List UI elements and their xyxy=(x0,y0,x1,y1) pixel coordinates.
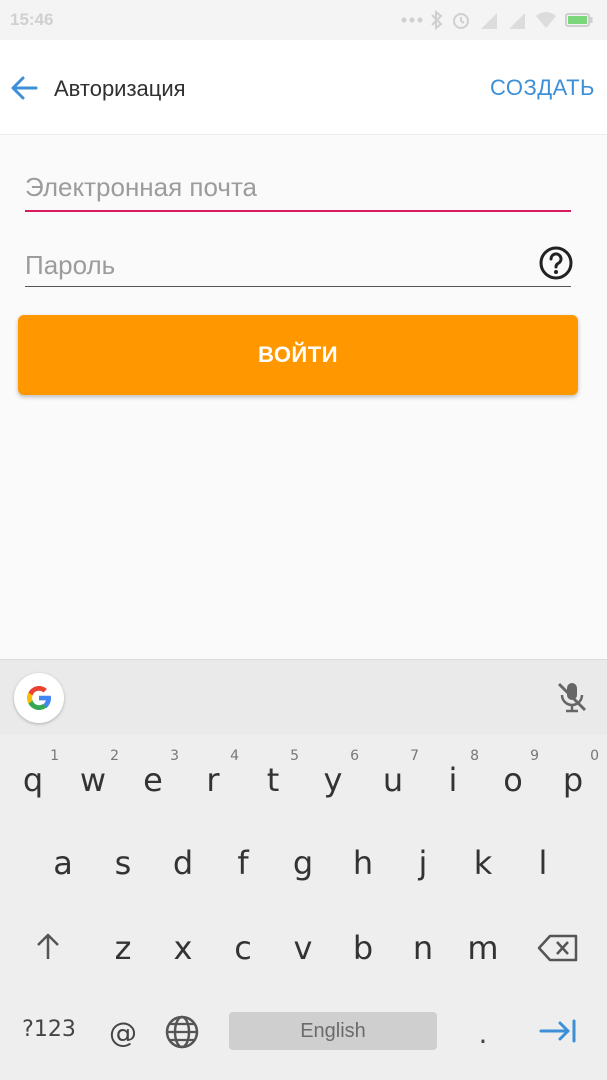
key-label: e xyxy=(143,761,163,799)
google-search-button[interactable] xyxy=(14,673,64,723)
key-number-hint: 2 xyxy=(110,748,119,764)
email-field[interactable]: Электронная почта xyxy=(25,160,571,216)
shift-icon[interactable] xyxy=(32,931,64,963)
key-s[interactable]: s xyxy=(93,820,153,906)
key-number-hint: 3 xyxy=(170,748,179,764)
bluetooth-icon xyxy=(431,10,443,30)
key-g[interactable]: g xyxy=(273,820,333,906)
key-p[interactable]: p0 xyxy=(543,737,603,823)
key-number-hint: 1 xyxy=(50,748,59,764)
key-label: r xyxy=(206,761,220,799)
key-t[interactable]: t5 xyxy=(243,737,303,823)
page-title: Авторизация xyxy=(54,76,186,101)
key-c[interactable]: c xyxy=(213,905,273,991)
backspace-icon[interactable] xyxy=(536,933,580,963)
wifi-icon xyxy=(536,12,556,28)
key-j[interactable]: j xyxy=(393,820,453,906)
key-r[interactable]: r4 xyxy=(183,737,243,823)
at-key[interactable]: @ xyxy=(103,1016,143,1049)
more-dots-icon xyxy=(401,17,423,23)
google-icon xyxy=(27,686,51,710)
key-number-hint: 6 xyxy=(350,748,359,764)
key-y[interactable]: y6 xyxy=(303,737,363,823)
key-n[interactable]: n xyxy=(393,905,453,991)
key-number-hint: 7 xyxy=(410,748,419,764)
key-k[interactable]: k xyxy=(453,820,513,906)
signal-icon xyxy=(481,13,497,29)
key-label: w xyxy=(79,761,107,799)
status-icons xyxy=(401,10,593,30)
key-v[interactable]: v xyxy=(273,905,333,991)
email-underline xyxy=(25,210,571,212)
key-number-hint: 5 xyxy=(290,748,299,764)
space-bar[interactable]: English xyxy=(229,1012,437,1050)
alarm-icon xyxy=(453,13,469,29)
key-number-hint: 0 xyxy=(590,748,599,764)
key-number-hint: 4 xyxy=(230,748,239,764)
key-o[interactable]: o9 xyxy=(483,737,543,823)
key-label: o xyxy=(503,761,523,799)
status-time: 15:46 xyxy=(10,10,54,29)
key-number-hint: 9 xyxy=(530,748,539,764)
key-label: u xyxy=(382,761,404,799)
app-bar: Авторизация СОЗДАТЬ xyxy=(0,40,607,135)
key-w[interactable]: w2 xyxy=(63,737,123,823)
password-field[interactable]: Пароль xyxy=(25,240,573,292)
password-placeholder: Пароль xyxy=(25,250,116,280)
key-d[interactable]: d xyxy=(153,820,213,906)
key-b[interactable]: b xyxy=(333,905,393,991)
keyboard-suggestion-bar xyxy=(0,659,607,735)
period-key[interactable]: . xyxy=(468,1017,498,1050)
key-f[interactable]: f xyxy=(213,820,273,906)
create-account-button[interactable]: СОЗДАТЬ xyxy=(490,75,595,101)
email-placeholder: Электронная почта xyxy=(25,172,258,202)
mic-off-icon[interactable] xyxy=(555,680,589,714)
password-underline xyxy=(25,286,571,287)
back-arrow-icon[interactable] xyxy=(6,70,42,106)
key-number-hint: 8 xyxy=(470,748,479,764)
key-a[interactable]: a xyxy=(33,820,93,906)
key-label: q xyxy=(22,761,44,799)
keyboard: q1w2e3r4t5y6u7i8o9p0 asdfghjkl zxcvbnm ?… xyxy=(0,735,607,1080)
key-q[interactable]: q1 xyxy=(3,737,63,823)
key-u[interactable]: u7 xyxy=(363,737,423,823)
key-label: y xyxy=(323,761,343,799)
globe-icon[interactable] xyxy=(164,1014,200,1050)
key-e[interactable]: e3 xyxy=(123,737,183,823)
battery-icon xyxy=(565,13,593,27)
key-label: i xyxy=(448,761,458,799)
help-icon[interactable] xyxy=(537,244,575,282)
key-label: t xyxy=(266,761,280,799)
key-x[interactable]: x xyxy=(153,905,213,991)
login-button[interactable]: ВОЙТИ xyxy=(18,315,578,395)
key-z[interactable]: z xyxy=(93,905,153,991)
key-i[interactable]: i8 xyxy=(423,737,483,823)
signal-icon-2 xyxy=(509,13,525,29)
key-label: p xyxy=(562,761,584,799)
next-field-icon[interactable] xyxy=(538,1018,578,1044)
key-l[interactable]: l xyxy=(513,820,573,906)
key-m[interactable]: m xyxy=(453,905,513,991)
status-bar: 15:46 xyxy=(0,0,607,40)
key-h[interactable]: h xyxy=(333,820,393,906)
symbols-key[interactable]: ?123 xyxy=(14,1017,84,1042)
